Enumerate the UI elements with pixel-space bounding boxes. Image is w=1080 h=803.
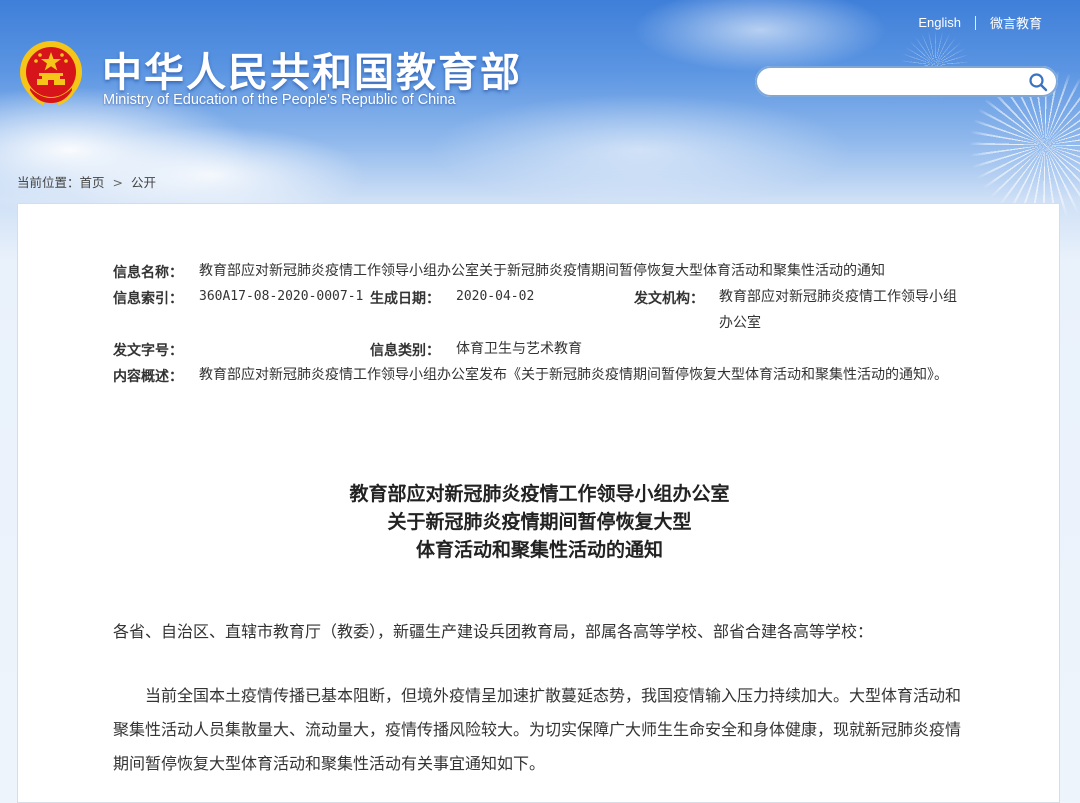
breadcrumb-home[interactable]: 首页 (80, 175, 105, 190)
english-link[interactable]: English (918, 15, 961, 30)
date-value: 2020-04-02 (456, 289, 535, 304)
salutation: 各省、自治区、直辖市教育厅（教委），新疆生产建设兵团教育局，部属各高等学校、部省… (113, 622, 874, 641)
issuing-org-value: 教育部应对新冠肺炎疫情工作领导小组办公室 (719, 289, 957, 331)
link-divider (974, 15, 976, 30)
issuing-org-label: 发文机构： (634, 291, 704, 307)
info-index-value: 360A17-08-2020-0007-1 (199, 289, 364, 304)
weiyan-jiaoyu-link[interactable]: 微言教育 (990, 13, 1042, 32)
site-subtitle: Ministry of Education of the People's Re… (103, 92, 456, 108)
doc-number-label: 发文字号： (113, 343, 183, 359)
document-title-line: 教育部应对新冠肺炎疫情工作领导小组办公室 (349, 483, 730, 505)
breadcrumb-prefix: 当前位置： (17, 175, 80, 190)
breadcrumb: 当前位置：首页 > 公开 (17, 172, 156, 191)
site-title: 中华人民共和国教育部 (102, 49, 522, 96)
search-icon[interactable] (1028, 72, 1048, 92)
national-emblem-icon (20, 41, 82, 106)
document-title-line: 体育活动和聚集性活动的通知 (415, 539, 663, 561)
date-label: 生成日期： (370, 291, 440, 307)
top-links: English 微言教育 (918, 13, 1042, 32)
breadcrumb-public[interactable]: 公开 (131, 175, 156, 190)
summary-label: 内容概述： (113, 369, 183, 385)
info-metadata: 信息名称： 教育部应对新冠肺炎疫情工作领导小组办公室关于新冠肺炎疫情期间暂停恢复… (113, 260, 973, 416)
body-paragraph: 当前全国本土疫情传播已基本阻断，但境外疫情呈加速扩散蔓延态势，我国疫情输入压力持… (113, 686, 962, 773)
document-title: 教育部应对新冠肺炎疫情工作领导小组办公室 关于新冠肺炎疫情期间暂停恢复大型 体育… (18, 480, 1061, 564)
category-value: 体育卫生与艺术教育 (456, 341, 582, 357)
content-card: 信息名称： 教育部应对新冠肺炎疫情工作领导小组办公室关于新冠肺炎疫情期间暂停恢复… (17, 203, 1060, 803)
document-title-line: 关于新冠肺炎疫情期间暂停恢复大型 (387, 511, 692, 533)
info-name-label: 信息名称： (113, 265, 183, 281)
info-index-label: 信息索引： (113, 291, 183, 307)
search-input[interactable] (769, 71, 1023, 93)
category-label: 信息类别： (370, 343, 440, 359)
info-name-value: 教育部应对新冠肺炎疫情工作领导小组办公室关于新冠肺炎疫情期间暂停恢复大型体育活动… (199, 263, 885, 279)
search-box (755, 66, 1058, 97)
breadcrumb-separator: > (112, 175, 124, 190)
summary-value: 教育部应对新冠肺炎疫情工作领导小组办公室发布《关于新冠肺炎疫情期间暂停恢复大型体… (199, 367, 948, 383)
